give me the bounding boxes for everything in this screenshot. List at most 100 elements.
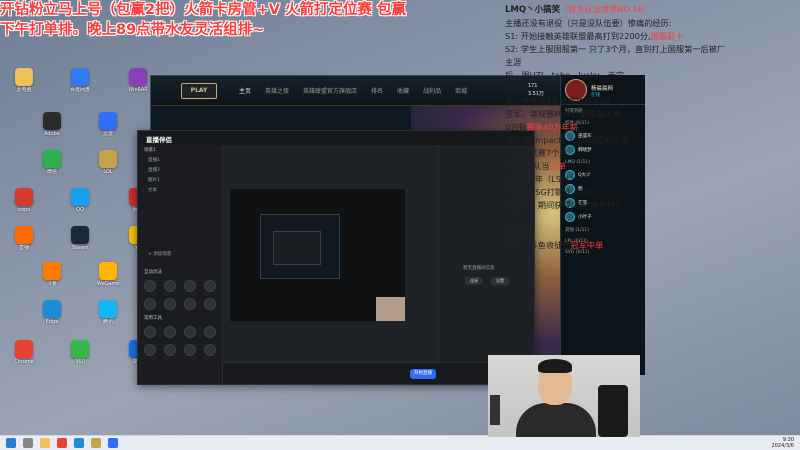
tool-icon[interactable] (204, 298, 216, 310)
tool-icon[interactable] (184, 326, 196, 338)
lol-taskbar-icon[interactable] (91, 438, 101, 448)
microphone (490, 395, 500, 425)
obs-preview (230, 189, 405, 321)
lol-nav-loot[interactable]: 战利品 (423, 86, 441, 95)
tool-icon[interactable] (164, 344, 176, 356)
app-icon (99, 300, 117, 318)
clock-date: 2024/3/6 (771, 443, 794, 449)
file-explorer-icon[interactable] (40, 438, 50, 448)
app-icon (71, 188, 89, 206)
tool-icon[interactable] (144, 326, 156, 338)
desktop-icon[interactable]: Chrome (8, 340, 40, 365)
desktop-icon-label: WeGame (96, 281, 120, 287)
lol-nav-store-tab[interactable]: 英雄联盟官方旗舰店 (303, 86, 357, 95)
bio-s10: O King (505, 227, 533, 237)
desktop-icon-label: Adobe (44, 131, 60, 137)
lol-nav-rank[interactable]: 排名 (371, 86, 383, 95)
nested-preview-inner (273, 231, 321, 265)
streamer-tag: （官方认证世界NO.16） (560, 4, 651, 14)
desktop-icon[interactable]: 腾讯 (92, 300, 124, 325)
desktop-icon[interactable]: 斗鱼 (36, 262, 68, 287)
obs-scene-panel: 场景1 直播1 直播2 图片1 文本 + 添加场景 互动玩法 常用工具 (138, 145, 223, 384)
tool-icon[interactable] (184, 280, 196, 292)
scene-item[interactable]: 直播1 (138, 155, 222, 165)
desktop-icon[interactable]: 微信 (36, 150, 68, 175)
tool-icon[interactable] (184, 344, 196, 356)
desktop-icon[interactable]: 360 (64, 340, 96, 365)
tool-icon[interactable] (204, 326, 216, 338)
bio-s4b: 亚军，常规赛MVP，最佳新人等 (505, 109, 621, 119)
tool-icon[interactable] (144, 280, 156, 292)
desktop-icon[interactable]: 直播 (8, 226, 40, 251)
desktop-icon[interactable]: QQ (64, 188, 96, 213)
app-icon (71, 340, 89, 358)
tool-icon[interactable] (164, 298, 176, 310)
lol-nav-home[interactable]: 主页 (239, 86, 251, 95)
tools-grid (138, 323, 222, 359)
desktop-icon[interactable]: 迅雷 (92, 112, 124, 137)
desktop-icon-label: 直播 (18, 245, 29, 251)
app-icon (99, 112, 117, 130)
webcam-feed (488, 355, 640, 437)
bio-s4: 夫，并完成4连胜成功打入S4 (505, 96, 611, 106)
scene-item[interactable]: 文本 (138, 185, 222, 195)
tool-icon[interactable] (164, 280, 176, 292)
streamer-bio: LMQ丶小搞笑（官方认证世界NO.16） 主播还没有退役（只是没队伍要）惨痛的经… (505, 3, 800, 363)
streaming-software-window[interactable]: 直播伴侣 场景1 直播1 直播2 图片1 文本 + 添加场景 互动玩法 常用工具 (137, 130, 535, 385)
tool-icon[interactable] (164, 326, 176, 338)
search-icon[interactable] (23, 438, 33, 448)
bio-s7: 打职业1年（LSPL） (505, 174, 579, 184)
lol-nav-collection[interactable]: 收藏 (397, 86, 409, 95)
bio-s5: "TIP"跟impact，rush组成新队伍 (505, 135, 629, 145)
desktop-icon-label: 此电脑 (16, 87, 32, 93)
desktop-icon[interactable]: Adobe (36, 112, 68, 137)
bio-s5b: 不练被禁赛7个月 (505, 148, 568, 158)
desktop: 此电脑Adobe百度网盘迅雷WinRARoops微信QQLOL网易直播斗鱼Ste… (0, 0, 800, 437)
desktop-icon-label: LOL (103, 169, 113, 175)
scene-item[interactable]: 直播2 (138, 165, 222, 175)
desktop-icon-label: Edge (45, 319, 59, 325)
scene-header[interactable]: 场景1 (138, 145, 222, 155)
start-stream-button[interactable]: 开始直播 (410, 369, 436, 379)
start-menu-icon[interactable] (6, 438, 16, 448)
tool-icon[interactable] (184, 298, 196, 310)
chrome-icon[interactable] (57, 438, 67, 448)
stream-app-icon[interactable] (108, 438, 118, 448)
bio-s2b: 主涯 (505, 57, 522, 67)
obs-titlebar: 直播伴侣 (138, 131, 534, 145)
app-icon (99, 150, 117, 168)
desktop-icon-label: 腾讯 (102, 319, 113, 325)
stream-banner: 开钻粉立马上号（包赢2把）火箭卡房管+V 火箭打定位赛 包赢 下午打单排。晚上8… (0, 0, 520, 40)
desktop-icon[interactable]: 百度网盘 (64, 68, 96, 93)
lol-nav: 主页 英雄之夜 英雄联盟官方旗舰店 排名 收藏 战利品 商城 (239, 86, 467, 95)
desktop-icon-label: QQ (76, 207, 84, 213)
bio-s3: 后，跟UZI，tabe，lucky，天灾 (505, 70, 625, 80)
desktop-icon-label: 迅雷 (102, 131, 113, 137)
desktop-icon-label: 斗鱼 (46, 281, 57, 287)
desktop-icon[interactable]: LOL (92, 150, 124, 175)
gaming-chair (598, 385, 628, 437)
desktop-icon[interactable]: Edge (36, 300, 68, 325)
banner-line-2: 下午打单排。晚上89点带水友灵活组排~ (0, 22, 265, 38)
lol-play-button[interactable]: PLAY (181, 83, 217, 99)
app-icon (43, 112, 61, 130)
lol-nav-event[interactable]: 英雄之夜 (265, 86, 289, 95)
tool-icon[interactable] (144, 344, 156, 356)
tool-icon[interactable] (204, 344, 216, 356)
connect-button[interactable]: 连接 (465, 277, 483, 285)
interactive-grid (138, 277, 222, 313)
bio-intro: 主播还没有退役（只是没队伍要）惨痛的经历: (505, 18, 672, 28)
tool-icon[interactable] (144, 298, 156, 310)
add-scene-button[interactable]: + 添加场景 (138, 249, 222, 259)
bio-s8: 一起在VSG打职业（LDL） (505, 187, 604, 197)
desktop-icon[interactable]: Steam (64, 226, 96, 251)
lol-nav-shop[interactable]: 商城 (455, 86, 467, 95)
bio-name-line: LMQ丶小搞笑（官方认证世界NO.16） (505, 3, 800, 17)
desktop-icon[interactable]: oops (8, 188, 40, 213)
scene-item[interactable]: 图片1 (138, 175, 222, 185)
app-icon (15, 188, 33, 206)
desktop-icon[interactable]: WeGame (92, 262, 124, 287)
desktop-icon[interactable]: 此电脑 (8, 68, 40, 93)
edge-icon[interactable] (74, 438, 84, 448)
tool-icon[interactable] (204, 280, 216, 292)
